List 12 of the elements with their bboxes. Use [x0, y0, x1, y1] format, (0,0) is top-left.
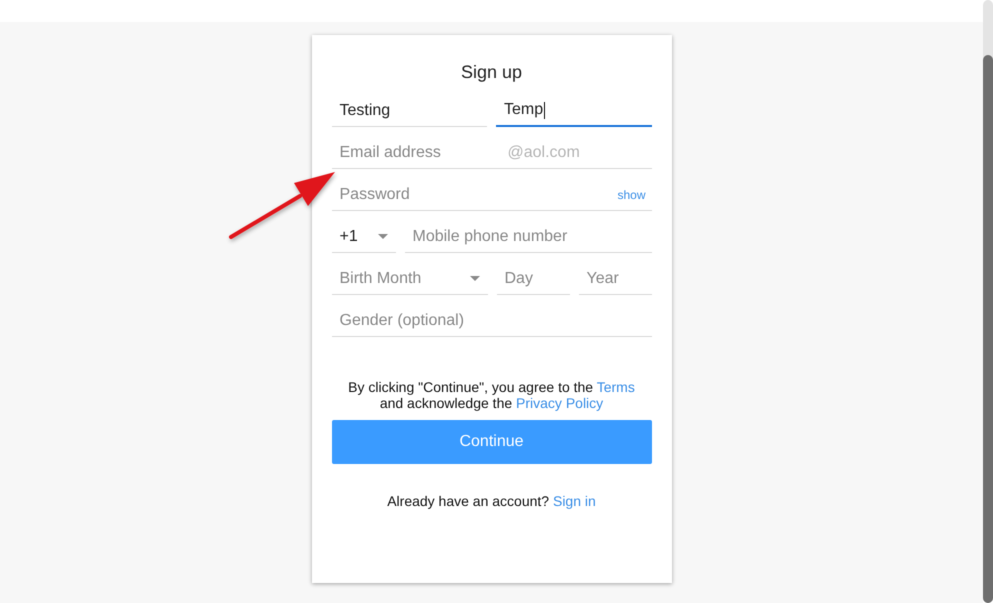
show-password-link[interactable]: show: [617, 188, 646, 202]
terms-link[interactable]: Terms: [596, 379, 635, 395]
terms-notice: By clicking "Continue", you agree to the Terms and acknowledge the Privacy Policy: [347, 379, 636, 411]
continue-button[interactable]: Continue: [332, 420, 652, 464]
email-domain-suffix: @aol.com: [508, 144, 580, 162]
form-title: Sign up: [460, 62, 524, 83]
caret-icon: [378, 234, 388, 239]
sign-in-link[interactable]: Sign in: [552, 493, 596, 509]
sign-in-prompt: Already have an account? Sign in: [386, 493, 597, 509]
caret-icon: [470, 276, 480, 281]
privacy-policy-link[interactable]: Privacy Policy: [516, 395, 604, 411]
text-cursor: [544, 102, 546, 118]
